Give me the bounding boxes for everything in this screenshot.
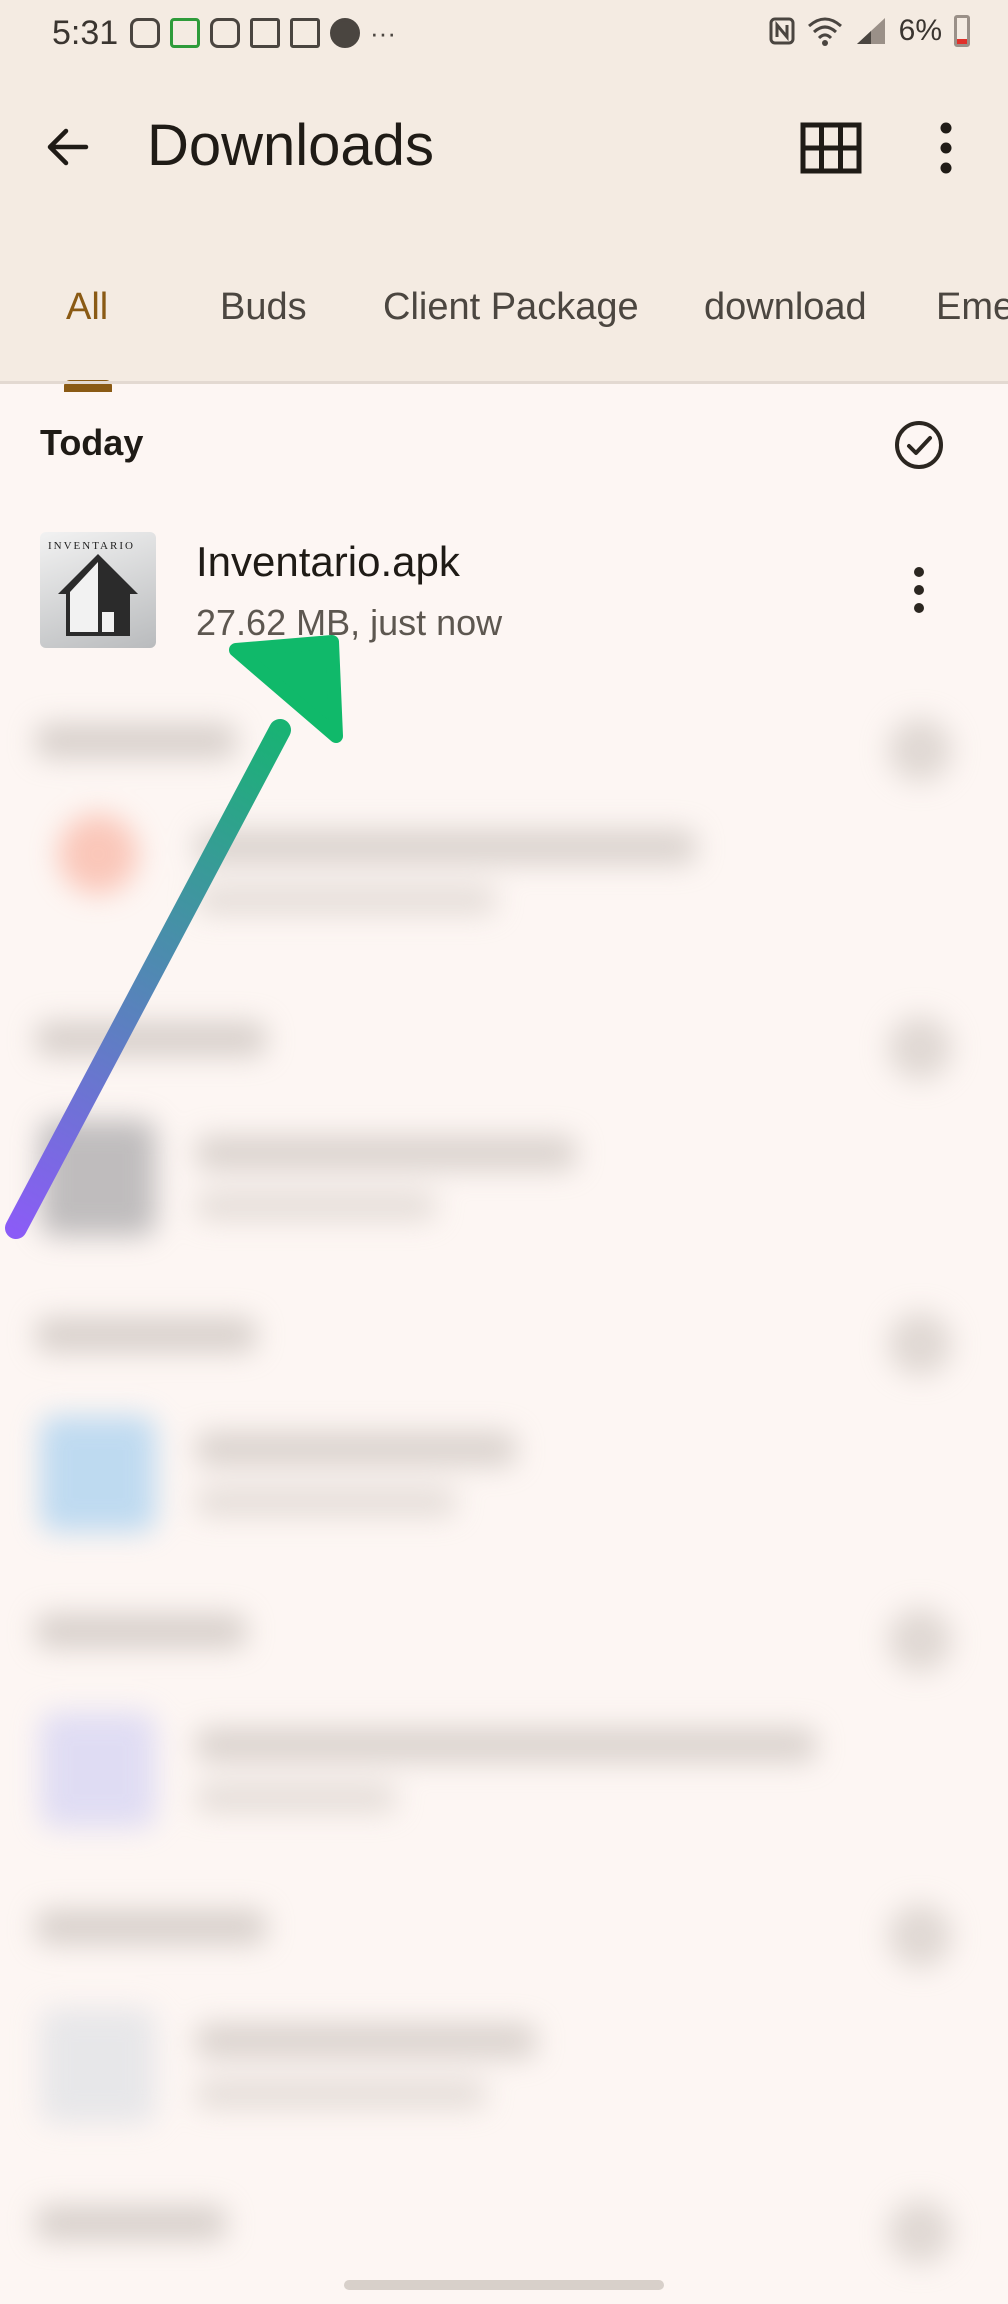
blurred-line	[196, 2080, 486, 2108]
file-meta: 27.62 MB, just now	[196, 602, 503, 643]
tab-buds[interactable]: Buds	[220, 286, 307, 329]
tab-bar: All Buds Client Package download Eme	[0, 270, 1008, 392]
blurred-line	[196, 1192, 436, 1220]
signal-icon	[856, 18, 885, 44]
divider	[0, 381, 1008, 384]
tab-eme[interactable]: Eme	[936, 286, 1008, 329]
gmail-icon	[250, 18, 280, 48]
blurred-section-header	[36, 2206, 226, 2240]
more-icon: ···	[370, 18, 396, 48]
blurred-thumbnail	[58, 814, 138, 894]
blurred-thumbnail	[40, 1712, 156, 1828]
blurred-section-header	[36, 1614, 246, 1648]
tab-all[interactable]: All	[66, 286, 108, 329]
blurred-line	[196, 830, 696, 864]
blurred-thumbnail	[40, 2008, 156, 2124]
instagram-icon	[130, 18, 160, 48]
blurred-section-header	[36, 1318, 256, 1352]
blurred-line	[196, 886, 496, 914]
td-icon	[170, 18, 200, 48]
system-status: 6%	[769, 14, 970, 48]
blurred-section-header	[36, 1022, 266, 1056]
select-all-check-icon[interactable]	[892, 418, 946, 472]
blurred-thumbnail	[40, 1120, 156, 1236]
tab-download[interactable]: download	[704, 286, 867, 329]
twitch-icon	[290, 18, 320, 48]
file-thumbnail[interactable]: INVENTARIO	[40, 532, 156, 648]
blurred-check-icon	[888, 1608, 952, 1672]
file-more-options-icon[interactable]	[904, 560, 934, 620]
battery-icon	[954, 15, 970, 47]
blurred-check-icon	[888, 1904, 952, 1968]
instagram-icon	[210, 18, 240, 48]
blurred-section-header	[36, 724, 236, 758]
blurred-line	[196, 1432, 516, 1466]
status-time: 5:31	[52, 14, 119, 52]
status-bar: 5:31 ··· 6%	[0, 0, 1008, 72]
section-title: Today	[40, 422, 144, 463]
blurred-line	[196, 1784, 396, 1812]
grid-view-icon[interactable]	[800, 122, 862, 174]
tab-client-package[interactable]: Client Package	[383, 286, 639, 329]
nfc-icon	[769, 17, 795, 45]
thumbnail-label: INVENTARIO	[48, 540, 135, 552]
wifi-icon	[807, 17, 842, 46]
blurred-thumbnail	[40, 1416, 156, 1532]
blurred-check-icon	[888, 2200, 952, 2264]
blurred-check-icon	[888, 718, 952, 782]
battery-percent: 6%	[898, 14, 942, 47]
back-arrow-icon[interactable]	[40, 118, 98, 176]
blurred-line	[196, 1728, 816, 1762]
blurred-line	[196, 1488, 456, 1516]
notification-icons: ···	[130, 18, 396, 48]
home-indicator[interactable]	[344, 2280, 664, 2290]
blurred-line	[196, 1136, 576, 1170]
file-name[interactable]: Inventario.apk	[196, 538, 460, 586]
blurred-check-icon	[888, 1016, 952, 1080]
blurred-download-list	[0, 700, 1008, 2304]
blurred-line	[196, 2024, 536, 2058]
blurred-section-header	[36, 1910, 266, 1944]
more-options-icon[interactable]	[918, 118, 974, 178]
blurred-check-icon	[888, 1312, 952, 1376]
spotify-icon	[330, 18, 360, 48]
page-title: Downloads	[147, 113, 434, 178]
